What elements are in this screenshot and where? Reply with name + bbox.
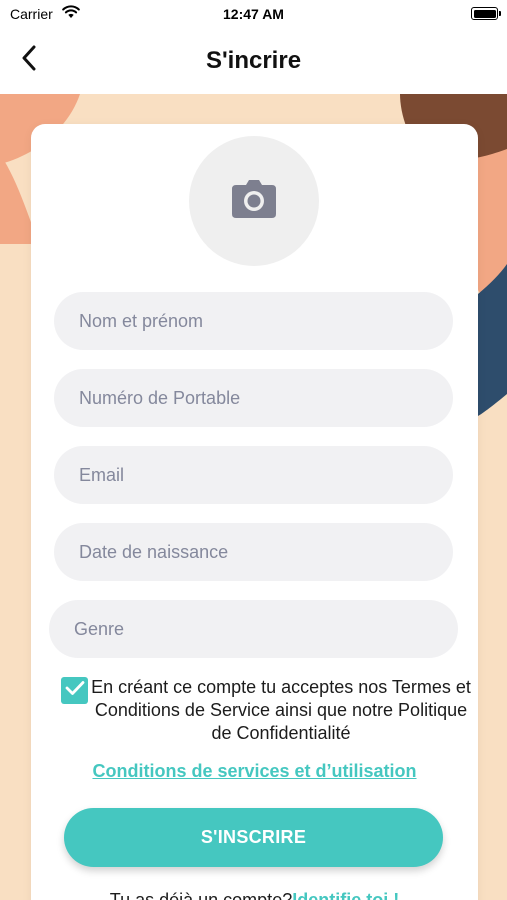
signup-button[interactable]: S'INSCRIRE (64, 808, 443, 867)
signup-card: En créant ce compte tu acceptes nos Term… (31, 124, 478, 900)
page-title: S'incrire (205, 47, 302, 74)
login-prompt: Tu as déjà un compte? (109, 890, 293, 900)
login-link[interactable]: Identifie toi ! (292, 890, 399, 900)
terms-link[interactable]: Conditions de services et d’utilisation (31, 761, 478, 782)
gender-input[interactable] (49, 600, 458, 658)
full-name-input[interactable] (54, 292, 453, 350)
battery-tip (499, 11, 501, 16)
checkmark-icon (65, 680, 85, 701)
clock: 12:47 AM (223, 6, 284, 22)
battery-icon (471, 7, 498, 20)
consent-checkbox[interactable] (61, 677, 88, 704)
email-input[interactable] (54, 446, 453, 504)
avatar-picker[interactable] (189, 136, 319, 266)
consent-text: En créant ce compte tu acceptes nos Term… (91, 677, 471, 743)
camera-icon (231, 179, 277, 224)
phone-input[interactable] (54, 369, 453, 427)
login-row: Tu as déjà un compte?Identifie toi ! (31, 890, 478, 900)
consent-row: En créant ce compte tu acceptes nos Term… (61, 676, 471, 756)
nav-bar: S'incrire (0, 28, 507, 94)
birth-date-input[interactable] (54, 523, 453, 581)
status-bar: Carrier 12:47 AM (0, 0, 507, 28)
